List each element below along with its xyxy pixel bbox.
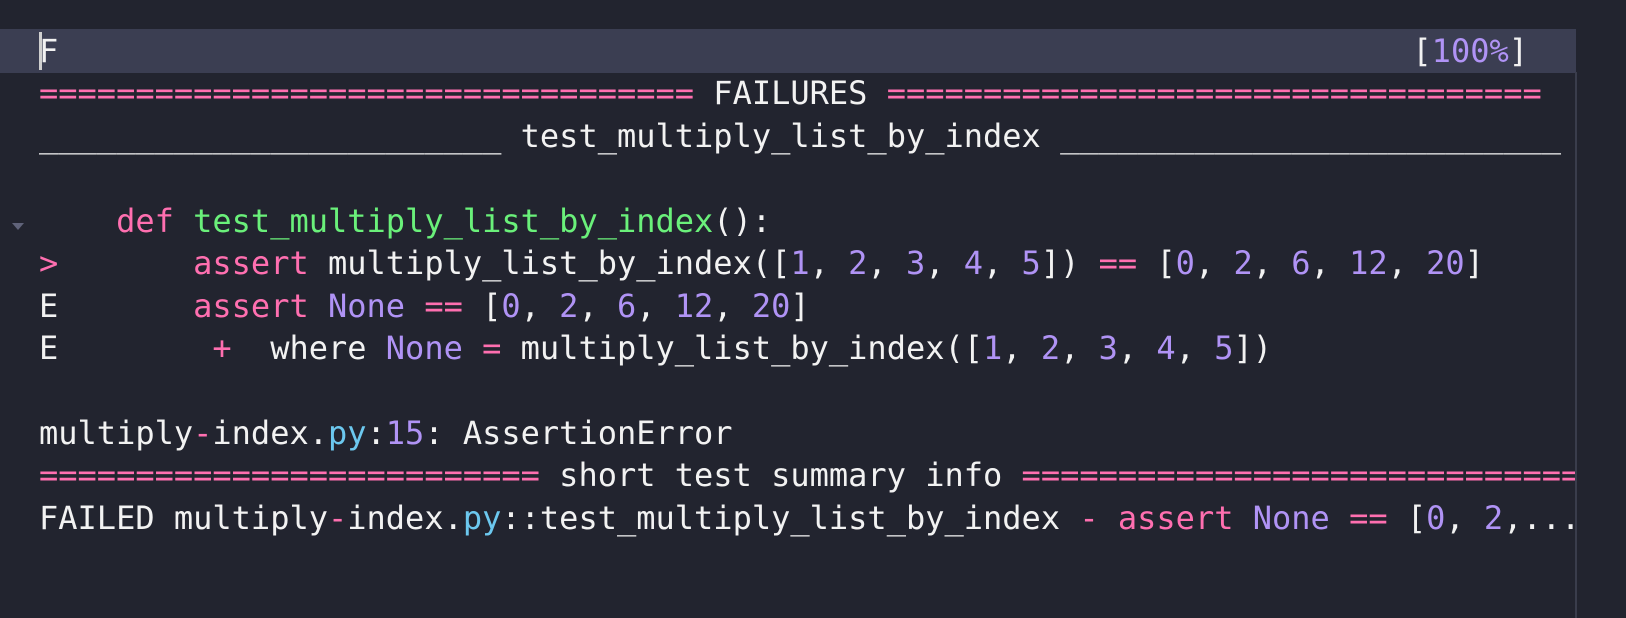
error-marker: E bbox=[39, 287, 59, 325]
test-name-header: ________________________ test_multiply_l… bbox=[0, 114, 1576, 158]
failures-title: FAILURES bbox=[694, 74, 887, 112]
scrollbar-track[interactable] bbox=[1575, 72, 1577, 618]
test-id: ::test_multiply_list_by_index bbox=[501, 499, 1061, 537]
progress-percentage: [100%] bbox=[1412, 32, 1528, 70]
line-number: 15 bbox=[385, 414, 425, 452]
test-name-title: test_multiply_list_by_index bbox=[501, 117, 1061, 155]
summary-failed-line: FAILED multiply-index.py::test_multiply_… bbox=[39, 499, 1576, 537]
error-location: multiply-index.py:15: AssertionError bbox=[39, 414, 733, 452]
text-cursor bbox=[39, 32, 42, 70]
underscore-rule-left: ________________________ bbox=[39, 117, 502, 155]
underscore-rule-right: __________________________ bbox=[1060, 117, 1561, 155]
function-name: test_multiply_list_by_index bbox=[193, 202, 714, 240]
failed-label: FAILED bbox=[39, 499, 155, 537]
code-line-assert: > assert multiply_list_by_index([1, 2, 3… bbox=[39, 244, 1484, 282]
terminal-window[interactable]: F [100%] ===============================… bbox=[0, 0, 1626, 618]
code-line-def: def test_multiply_list_by_index(): bbox=[116, 202, 772, 240]
header-rule-left: ================================== bbox=[39, 74, 695, 112]
assert-keyword: assert bbox=[193, 244, 309, 282]
error-type: : AssertionError bbox=[424, 414, 733, 452]
summary-title: short test summary info bbox=[539, 456, 1022, 494]
summary-rule-right: ============================= bbox=[1021, 456, 1576, 494]
error-line-where: E + where None = multiply_list_by_index(… bbox=[39, 329, 1272, 367]
error-marker: E bbox=[39, 329, 59, 367]
summary-rule-left: ========================== bbox=[39, 456, 540, 494]
def-keyword: def bbox=[116, 202, 174, 240]
summary-header: ========================== short test su… bbox=[0, 453, 1576, 497]
failing-line-marker: > bbox=[39, 244, 59, 282]
progress-line: F [100%] bbox=[0, 29, 1576, 73]
header-rule-right: ================================== bbox=[886, 74, 1542, 112]
failures-header: ================================== FAILU… bbox=[0, 71, 1576, 115]
error-line-assert: E assert None == [0, 2, 6, 12, 20] bbox=[39, 287, 810, 325]
